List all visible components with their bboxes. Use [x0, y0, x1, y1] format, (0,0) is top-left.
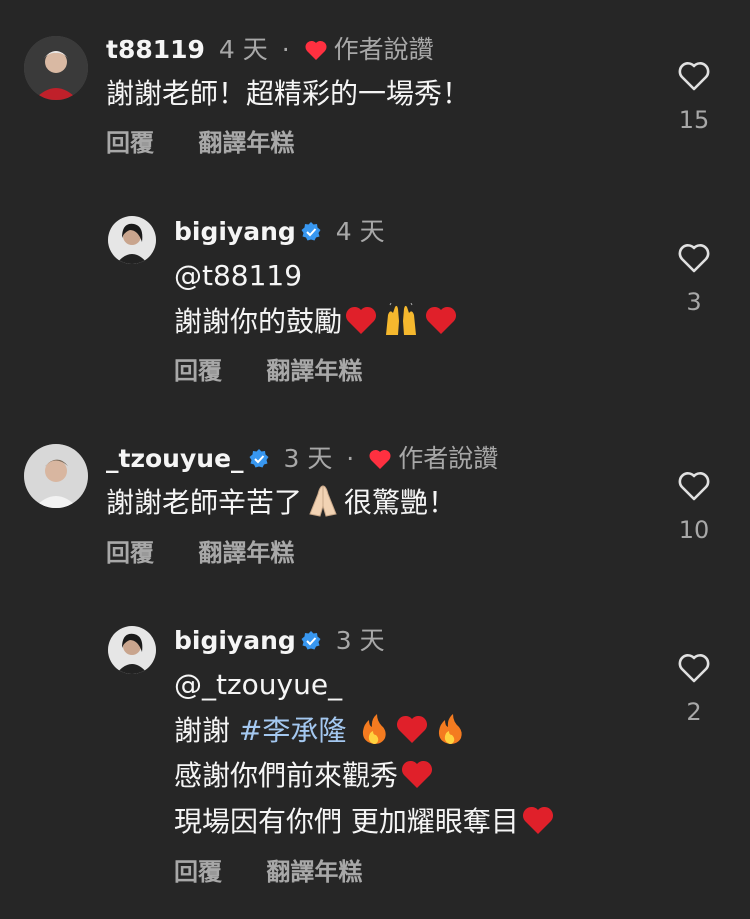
like-count: 2	[686, 698, 702, 726]
red-heart-emoji-icon	[402, 760, 433, 788]
comment-text: 謝謝老師辛苦了 很驚艷！	[106, 485, 457, 519]
translate-button[interactable]: 翻譯年糕	[198, 129, 294, 157]
comment-text: 謝謝你的鼓勵	[174, 303, 460, 340]
verified-badge-icon	[301, 222, 321, 241]
avatar[interactable]	[108, 216, 156, 264]
avatar[interactable]	[108, 626, 156, 674]
avatar-image-tzouyue	[24, 444, 88, 508]
red-heart-emoji-icon	[346, 306, 377, 334]
translate-button[interactable]: 翻譯年糕	[198, 539, 294, 567]
username[interactable]: bigiyang	[174, 626, 296, 655]
timestamp: 3 天	[283, 444, 333, 473]
avatar-image-bigiyang	[108, 216, 156, 264]
translate-button[interactable]: 翻譯年糕	[266, 858, 362, 886]
red-heart-emoji-icon	[522, 806, 553, 834]
mention-link[interactable]: @_tzouyue_	[174, 667, 342, 703]
timestamp: 4 天	[335, 217, 385, 246]
timestamp: 4 天	[218, 35, 268, 64]
like-heart-icon[interactable]	[677, 242, 711, 274]
timestamp: 3 天	[335, 626, 385, 655]
like-count: 10	[678, 516, 710, 544]
comment-text: 謝謝老師！超精彩的一場秀！	[106, 77, 471, 110]
reply-button[interactable]: 回覆	[174, 357, 222, 385]
verified-badge-icon	[249, 449, 269, 468]
mention-link[interactable]: @t88119	[174, 258, 302, 294]
fire-emoji-icon	[439, 714, 462, 744]
avatar-image-t88119	[24, 36, 88, 100]
avatar[interactable]	[24, 36, 88, 100]
fire-emoji-icon	[363, 714, 386, 744]
like-heart-icon[interactable]	[677, 60, 711, 92]
comment-text: 謝謝 #李承隆	[174, 712, 469, 749]
like-count: 15	[678, 106, 710, 134]
username[interactable]: t88119	[106, 35, 205, 64]
like-heart-icon[interactable]	[677, 652, 711, 684]
raising-hands-emoji-icon	[386, 303, 417, 335]
like-heart-icon[interactable]	[677, 470, 711, 502]
verified-badge-icon	[301, 631, 321, 650]
like-count: 3	[686, 288, 702, 316]
translate-button[interactable]: 翻譯年糕	[266, 357, 362, 385]
reply-button[interactable]: 回覆	[174, 858, 222, 886]
username[interactable]: bigiyang	[174, 217, 296, 246]
separator-dot: ·	[281, 35, 290, 64]
comment-text-line4: 現場因有你們 更加耀眼奪目	[174, 804, 557, 840]
reply-button[interactable]: 回覆	[106, 129, 154, 157]
reply-button[interactable]: 回覆	[106, 539, 154, 567]
avatar[interactable]	[24, 444, 88, 508]
username[interactable]: _tzouyue_	[106, 444, 244, 473]
avatar-image-bigiyang	[108, 626, 156, 674]
red-heart-emoji-icon	[397, 715, 428, 743]
author-liked-label: 作者說讚	[398, 444, 499, 473]
red-heart-emoji-icon	[426, 306, 457, 334]
folded-hands-emoji-icon	[309, 485, 337, 517]
author-liked-label: 作者說讚	[333, 35, 434, 64]
hashtag-link[interactable]: #李承隆	[239, 714, 346, 747]
separator-dot: ·	[346, 444, 355, 473]
author-liked-heart-icon	[369, 449, 391, 469]
author-liked-heart-icon	[305, 40, 327, 60]
comment-text-line3: 感謝你們前來觀秀	[174, 758, 436, 794]
